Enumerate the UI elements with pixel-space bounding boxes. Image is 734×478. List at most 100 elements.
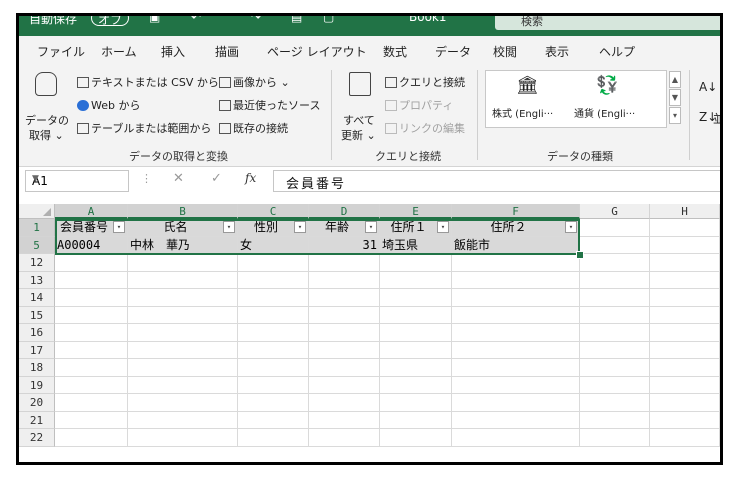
cell-e22[interactable] <box>380 429 452 447</box>
row-header-14[interactable]: 14 <box>19 289 55 307</box>
cell-f21[interactable] <box>452 411 580 429</box>
filter-dropdown-icon[interactable]: ▾ <box>113 221 125 233</box>
cell-d5[interactable]: 31 <box>309 236 380 254</box>
cell-h5[interactable] <box>650 236 720 254</box>
insert-function-icon[interactable]: fx <box>245 171 256 185</box>
tab-view[interactable]: 表示 <box>545 43 569 60</box>
refresh-all-button[interactable]: すべて 更新 ⌄ <box>339 70 379 142</box>
cell-a13[interactable] <box>55 271 128 289</box>
stocks-button[interactable]: 🏛 株式 (Engli··· <box>490 75 566 123</box>
cell-d14[interactable] <box>309 289 380 307</box>
cell-b18[interactable] <box>128 359 238 377</box>
from-web-button[interactable]: Web から <box>77 97 140 113</box>
row-header-20[interactable]: 20 <box>19 394 55 412</box>
cell-f13[interactable] <box>452 271 580 289</box>
column-header-a[interactable]: A <box>55 204 128 219</box>
cell-h22[interactable] <box>650 429 720 447</box>
cell-h20[interactable] <box>650 394 720 412</box>
cell-a1[interactable]: 会員番号 ▾ <box>55 219 128 237</box>
cell-f12[interactable] <box>452 254 580 272</box>
cell-f17[interactable] <box>452 341 580 359</box>
tab-draw[interactable]: 描画 <box>215 43 239 60</box>
row-header-5[interactable]: 5 <box>19 236 55 254</box>
cell-e14[interactable] <box>380 289 452 307</box>
cell-c20[interactable] <box>238 394 309 412</box>
cell-b5[interactable]: 中林 華乃 <box>128 236 238 254</box>
gallery-scroll-up-icon[interactable]: ▲ <box>669 71 681 88</box>
tab-home[interactable]: ホーム <box>101 43 137 60</box>
cell-a16[interactable] <box>55 324 128 342</box>
cell-h14[interactable] <box>650 289 720 307</box>
tab-help[interactable]: ヘルプ <box>599 43 635 60</box>
cancel-icon[interactable]: ✕ <box>173 171 184 186</box>
tab-file[interactable]: ファイル <box>37 43 85 60</box>
cell-a22[interactable] <box>55 429 128 447</box>
cell-a18[interactable] <box>55 359 128 377</box>
cell-a20[interactable] <box>55 394 128 412</box>
undo-icon[interactable]: ↶ <box>191 16 201 24</box>
cell-b21[interactable] <box>128 411 238 429</box>
cell-d1[interactable]: 年齢 ▾ <box>309 219 380 237</box>
cell-e15[interactable] <box>380 306 452 324</box>
cell-g20[interactable] <box>580 394 650 412</box>
cell-c1[interactable]: 性別 ▾ <box>238 219 309 237</box>
tab-insert[interactable]: 挿入 <box>161 43 185 60</box>
column-header-g[interactable]: G <box>580 204 650 219</box>
cell-e18[interactable] <box>380 359 452 377</box>
get-data-button[interactable]: データの 取得 ⌄ <box>25 70 69 142</box>
cell-h16[interactable] <box>650 324 720 342</box>
cell-g22[interactable] <box>580 429 650 447</box>
quick-access-icon[interactable]: ▢ <box>323 16 334 24</box>
formula-input[interactable]: 会員番号 <box>273 170 720 192</box>
gallery-expand-icon[interactable]: ▾ <box>669 107 681 124</box>
cell-b15[interactable] <box>128 306 238 324</box>
row-header-17[interactable]: 17 <box>19 341 55 359</box>
cell-b1[interactable]: 氏名 ▾ <box>128 219 238 237</box>
column-header-f[interactable]: F <box>452 204 580 219</box>
cell-b20[interactable] <box>128 394 238 412</box>
cell-h13[interactable] <box>650 271 720 289</box>
cell-c12[interactable] <box>238 254 309 272</box>
cell-g12[interactable] <box>580 254 650 272</box>
cell-e17[interactable] <box>380 341 452 359</box>
cell-c13[interactable] <box>238 271 309 289</box>
cell-d19[interactable] <box>309 376 380 394</box>
cell-c15[interactable] <box>238 306 309 324</box>
cell-e19[interactable] <box>380 376 452 394</box>
row-header-12[interactable]: 12 <box>19 254 55 272</box>
cell-b14[interactable] <box>128 289 238 307</box>
cell-d13[interactable] <box>309 271 380 289</box>
column-header-c[interactable]: C <box>238 204 309 219</box>
cell-f20[interactable] <box>452 394 580 412</box>
cell-f18[interactable] <box>452 359 580 377</box>
enter-icon[interactable]: ✓ <box>211 171 222 186</box>
cell-g16[interactable] <box>580 324 650 342</box>
filter-dropdown-icon[interactable]: ▾ <box>223 221 235 233</box>
cell-g21[interactable] <box>580 411 650 429</box>
from-image-button[interactable]: 画像から ⌄ <box>219 74 290 90</box>
cell-h12[interactable] <box>650 254 720 272</box>
gallery-scroll-down-icon[interactable]: ▼ <box>669 89 681 106</box>
cell-g18[interactable] <box>580 359 650 377</box>
filter-dropdown-icon[interactable]: ▾ <box>437 221 449 233</box>
row-header-1[interactable]: 1 <box>19 219 55 237</box>
edit-links-button[interactable]: リンクの編集 <box>385 120 465 136</box>
tab-review[interactable]: 校閲 <box>493 43 517 60</box>
cell-h17[interactable] <box>650 341 720 359</box>
cell-e13[interactable] <box>380 271 452 289</box>
cell-d22[interactable] <box>309 429 380 447</box>
cell-f5[interactable]: 飯能市 <box>452 236 580 254</box>
cell-d21[interactable] <box>309 411 380 429</box>
cell-e1[interactable]: 住所１ ▾ <box>380 219 452 237</box>
cell-c21[interactable] <box>238 411 309 429</box>
autosave-toggle[interactable]: オフ <box>91 16 130 27</box>
cell-f14[interactable] <box>452 289 580 307</box>
cell-c5[interactable]: 女 <box>238 236 309 254</box>
queries-connections-button[interactable]: クエリと接続 <box>385 74 465 90</box>
sort-az-icon[interactable]: A↓ <box>699 80 717 94</box>
cell-e20[interactable] <box>380 394 452 412</box>
filter-dropdown-icon[interactable]: ▾ <box>294 221 306 233</box>
existing-connections-button[interactable]: 既存の接続 <box>219 120 288 136</box>
cell-b22[interactable] <box>128 429 238 447</box>
fill-handle[interactable] <box>576 251 584 259</box>
